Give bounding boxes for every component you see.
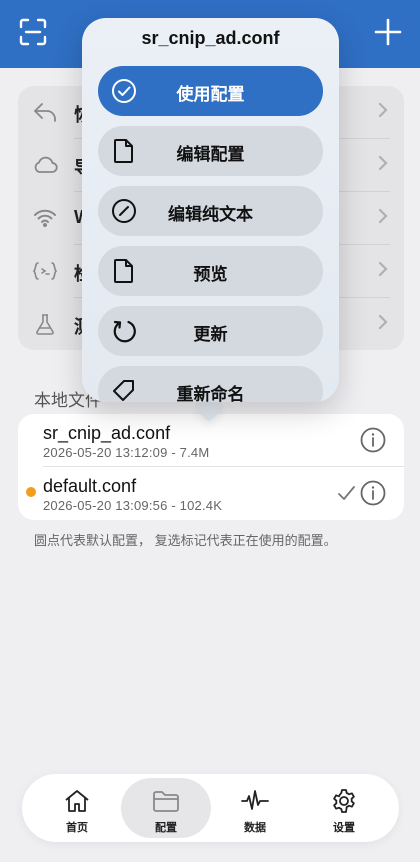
context-menu: sr_cnip_ad.conf 使用配置 编辑配置 编辑纯文本 预览 更新 重新… xyxy=(82,18,339,402)
preview-button[interactable]: 预览 xyxy=(98,246,323,296)
info-icon[interactable] xyxy=(360,427,386,453)
plus-icon xyxy=(374,18,402,51)
use-config-button[interactable]: 使用配置 xyxy=(98,66,323,116)
add-config-button[interactable] xyxy=(368,14,408,54)
tab-settings-label: 设置 xyxy=(333,822,355,834)
chevron-right-icon xyxy=(378,102,388,123)
tab-config[interactable]: 配置 xyxy=(121,778,211,838)
script-icon xyxy=(32,259,58,283)
chevron-right-icon xyxy=(378,261,388,282)
wifi-icon xyxy=(32,206,58,230)
flask-icon xyxy=(32,312,58,336)
edit-config-label: 编辑配置 xyxy=(176,145,245,164)
scan-button[interactable] xyxy=(13,14,53,54)
home-icon xyxy=(63,788,91,814)
chevron-right-icon xyxy=(378,208,388,229)
rename-label: 重新命名 xyxy=(176,385,245,402)
tab-home-label: 首页 xyxy=(66,822,88,834)
file-name: sr_cnip_ad.conf xyxy=(43,423,171,443)
restore-icon xyxy=(32,100,58,124)
chevron-right-icon xyxy=(378,155,388,176)
update-button[interactable]: 更新 xyxy=(98,306,323,356)
tab-settings[interactable]: 设置 xyxy=(299,778,389,838)
tab-home[interactable]: 首页 xyxy=(32,778,122,838)
rename-button[interactable]: 重新命名 xyxy=(98,366,323,402)
edit-plain-text-button[interactable]: 编辑纯文本 xyxy=(98,186,323,236)
scan-icon xyxy=(19,18,47,51)
use-config-label: 使用配置 xyxy=(176,85,245,104)
cloud-icon xyxy=(32,153,58,177)
files-list: sr_cnip_ad.conf 2026-05-20 13:12:09 - 7.… xyxy=(18,414,404,520)
edit-config-button[interactable]: 编辑配置 xyxy=(98,126,323,176)
file-row[interactable]: default.conf 2026-05-20 13:09:56 - 102.4… xyxy=(18,467,404,520)
tab-data[interactable]: 数据 xyxy=(210,778,300,838)
waveform-icon xyxy=(241,788,269,814)
chevron-right-icon xyxy=(378,314,388,335)
default-indicator-dot xyxy=(26,487,36,497)
edit-plain-text-label: 编辑纯文本 xyxy=(168,205,253,224)
tab-config-label: 配置 xyxy=(155,822,177,834)
gear-icon xyxy=(330,788,358,814)
context-menu-title: sr_cnip_ad.conf xyxy=(141,28,280,48)
tab-data-label: 数据 xyxy=(244,822,266,834)
info-icon[interactable] xyxy=(360,480,386,506)
file-row[interactable]: sr_cnip_ad.conf 2026-05-20 13:12:09 - 7.… xyxy=(18,414,404,467)
file-meta: 2026-05-20 13:09:56 - 102.4K xyxy=(43,498,223,513)
file-name: default.conf xyxy=(43,476,137,496)
preview-label: 预览 xyxy=(193,265,228,284)
folder-icon xyxy=(152,788,180,814)
footnote: 圆点代表默认配置， 复选标记代表正在使用的配置。 xyxy=(34,533,337,548)
update-label: 更新 xyxy=(193,325,228,344)
file-meta: 2026-05-20 13:12:09 - 7.4M xyxy=(43,445,210,460)
checkmark-icon xyxy=(336,484,356,502)
bottom-tab-bar: 首页 配置 数据 设置 xyxy=(22,774,399,842)
